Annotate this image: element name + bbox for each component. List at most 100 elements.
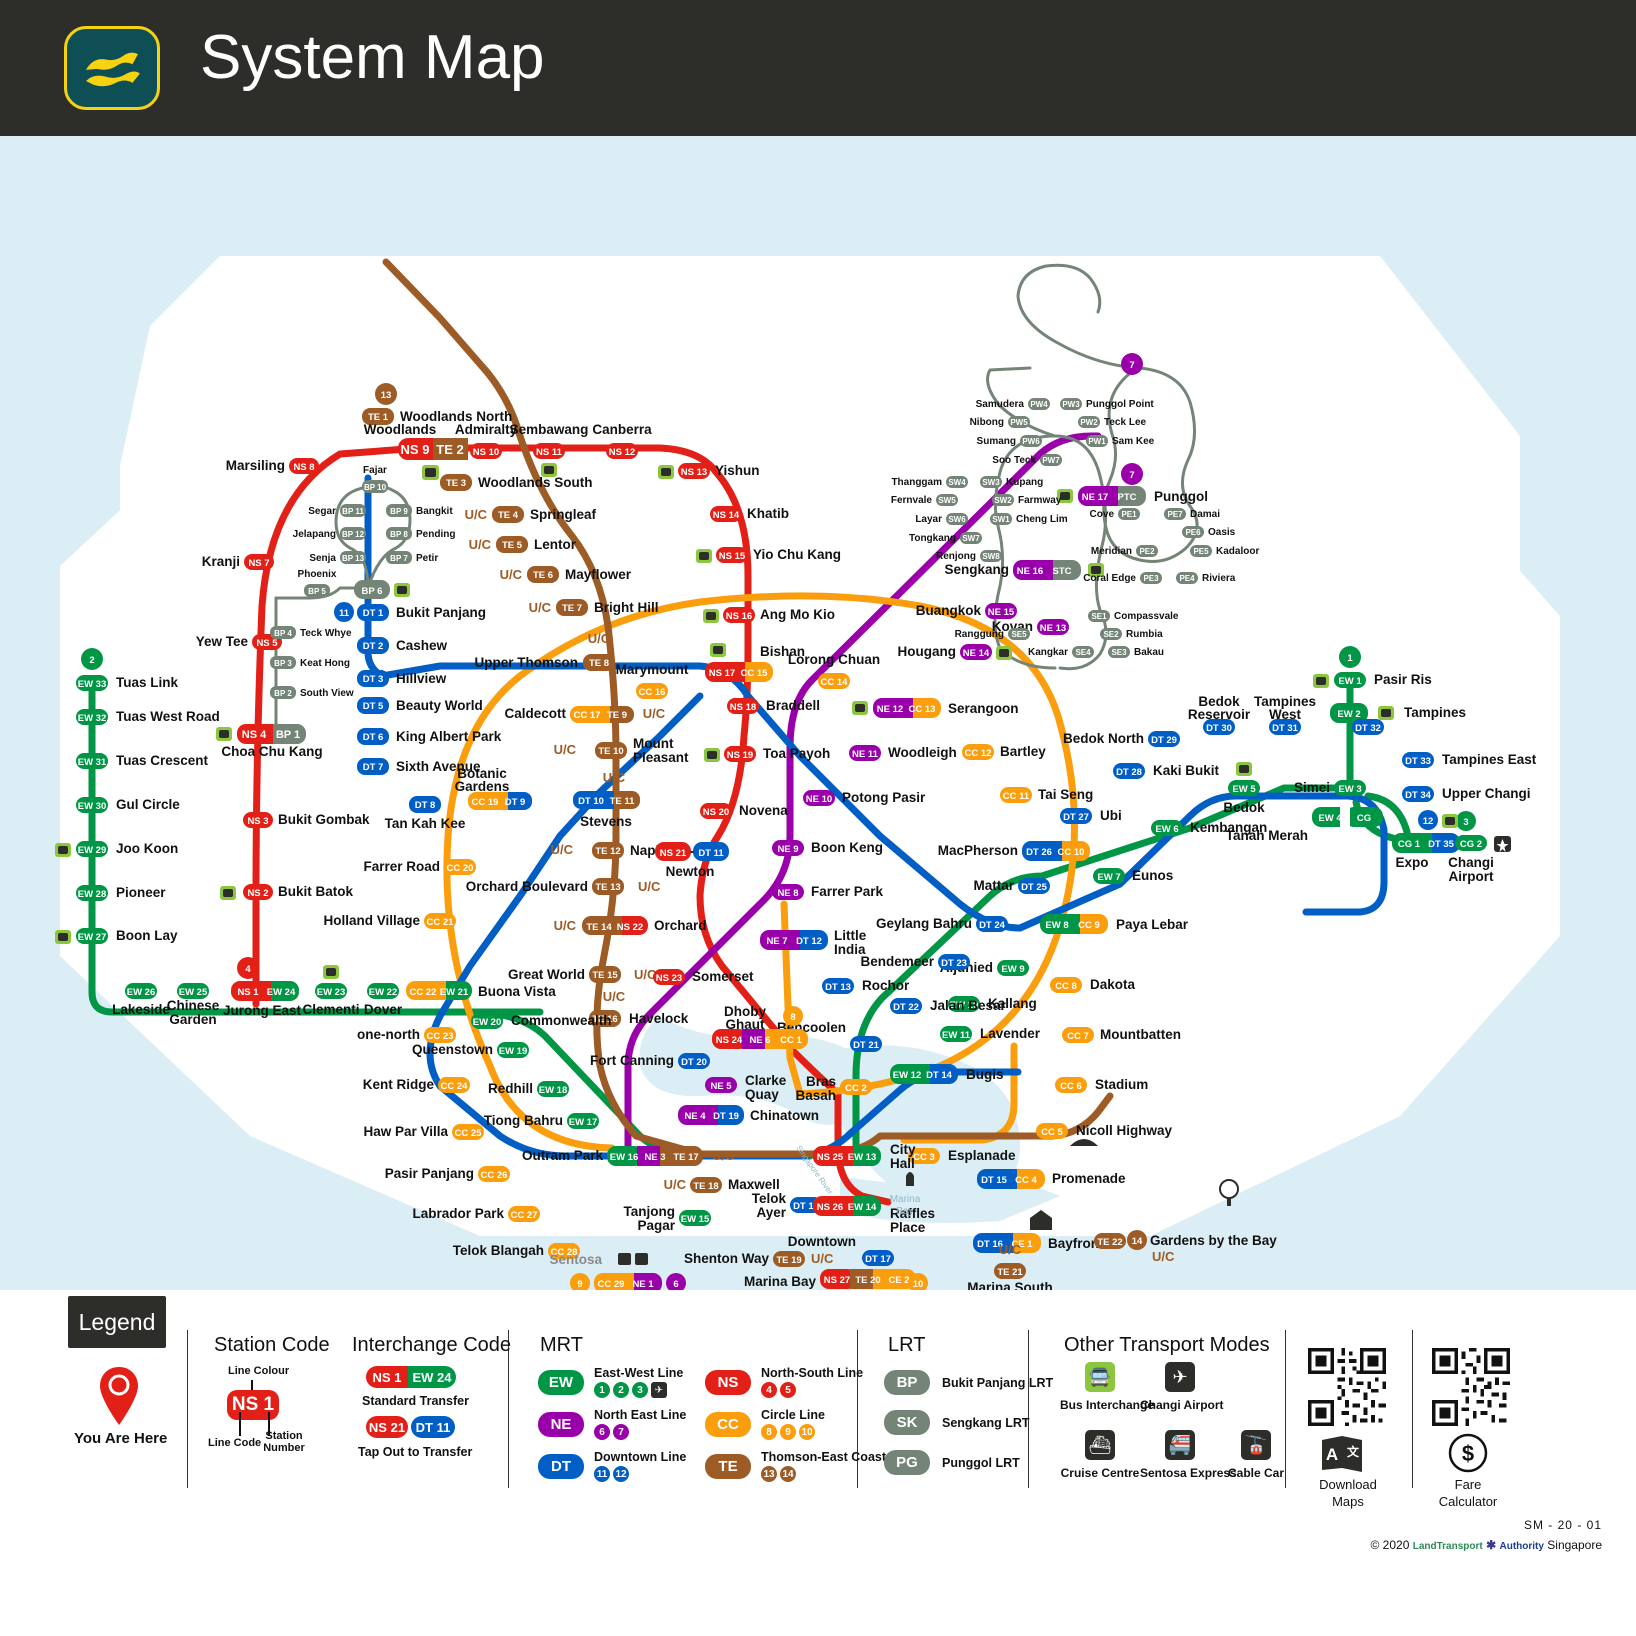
svg-text:Lakeside: Lakeside	[112, 1002, 170, 1017]
svg-text:DT 26: DT 26	[1026, 847, 1052, 858]
download-maps-qr[interactable]	[1308, 1348, 1386, 1426]
svg-text:SE3: SE3	[1111, 648, 1127, 657]
svg-text:NS 5: NS 5	[256, 638, 278, 649]
svg-text:Damai: Damai	[1190, 509, 1220, 520]
svg-text:12: 12	[1423, 816, 1434, 827]
svg-text:BP 7: BP 7	[390, 554, 408, 563]
legend-line-ew[interactable]: EW East-West Line 1 2 3 ✈	[538, 1366, 683, 1398]
legend-line-text-dt: Downtown Line 11 12	[594, 1450, 686, 1482]
fare-calculator-qr[interactable]	[1432, 1348, 1510, 1426]
svg-text:DT 3: DT 3	[363, 674, 384, 685]
download-maps-label-2: Maps	[1332, 1494, 1364, 1509]
svg-text:7: 7	[1129, 470, 1134, 481]
svg-text:CC 13: CC 13	[909, 704, 936, 715]
svg-text:PE2: PE2	[1139, 547, 1155, 556]
svg-text:Punggol: Punggol	[1154, 489, 1208, 504]
svg-text:CC 19: CC 19	[472, 797, 499, 808]
svg-text:BP 9: BP 9	[390, 507, 408, 516]
svg-text:TE 21: TE 21	[997, 1267, 1023, 1278]
svg-text:DT 1: DT 1	[363, 608, 384, 619]
legend-line-cc[interactable]: CC Circle Line 8 9 10	[705, 1408, 825, 1440]
svg-text:U/C: U/C	[638, 879, 661, 894]
svg-text:SW4: SW4	[948, 478, 966, 487]
svg-text:one-north: one-north	[357, 1027, 420, 1042]
tap-out-transfer-sample: NS 21 DT 11	[366, 1416, 455, 1438]
svg-text:NE 8: NE 8	[777, 888, 798, 899]
svg-text:CC 11: CC 11	[1003, 791, 1030, 802]
svg-text:Gardens by the Bay: Gardens by the Bay	[1150, 1233, 1277, 1248]
svg-text:Bay: Bay	[896, 1206, 913, 1217]
svg-text:CC 16: CC 16	[639, 687, 666, 698]
svg-text:Eunos: Eunos	[1132, 868, 1173, 883]
svg-text:CC 20: CC 20	[447, 863, 474, 874]
svg-text:TE 4: TE 4	[498, 510, 519, 521]
svg-text:NS 27: NS 27	[824, 1275, 850, 1286]
svg-text:U/C: U/C	[529, 600, 552, 615]
svg-text:CG 2: CG 2	[1460, 839, 1482, 850]
svg-text:Novena: Novena	[739, 803, 788, 818]
svg-text:STC: STC	[1053, 566, 1072, 577]
legend-lrt-bp[interactable]: BP Bukit Panjang LRT	[884, 1370, 1053, 1395]
legend-mode-cable-car[interactable]: 🚡 Cable Car	[1216, 1430, 1296, 1480]
svg-text:Stadium: Stadium	[1095, 1077, 1148, 1092]
svg-text:EW 9: EW 9	[1001, 964, 1024, 975]
svg-text:CC 12: CC 12	[965, 748, 992, 759]
terminal-dot-13: 13	[761, 1466, 777, 1482]
legend-lrt-sk[interactable]: SK Sengkang LRT	[884, 1410, 1030, 1435]
svg-text:CC 21: CC 21	[427, 917, 455, 928]
svg-text:BP 10: BP 10	[364, 483, 387, 492]
svg-text:Boon Keng: Boon Keng	[811, 840, 883, 855]
lta-ribbon-icon: ✱	[1486, 1538, 1497, 1552]
svg-text:DT 8: DT 8	[415, 800, 436, 811]
svg-text:NE 17: NE 17	[1082, 492, 1108, 503]
svg-text:Shenton Way: Shenton Way	[684, 1251, 769, 1266]
svg-text:BP 4: BP 4	[274, 629, 292, 638]
legend-mode-label: Sentosa Express	[1140, 1466, 1237, 1480]
svg-text:PW7: PW7	[1042, 456, 1060, 465]
legend-mode-label: Bus Interchange	[1060, 1398, 1155, 1412]
legend-line-ne[interactable]: NE North East Line 6 7	[538, 1408, 686, 1440]
svg-text:DT 34: DT 34	[1405, 790, 1432, 801]
svg-text:TE 8: TE 8	[589, 658, 609, 669]
svg-text:Choa Chu Kang: Choa Chu Kang	[221, 744, 322, 759]
svg-text:8: 8	[790, 1012, 795, 1023]
legend-mode-bus-interchange[interactable]: 🚍 Bus Interchange	[1060, 1362, 1155, 1412]
svg-text:CC 14: CC 14	[821, 677, 849, 688]
legend-mode-changi-airport[interactable]: ✈ Changi Airport	[1140, 1362, 1224, 1412]
svg-text:Cove: Cove	[1090, 509, 1115, 520]
legend-divider-6	[1412, 1330, 1413, 1488]
svg-text:SW1: SW1	[992, 515, 1010, 524]
svg-text:Farmway: Farmway	[1018, 495, 1062, 506]
svg-text:Outram Park: Outram Park	[522, 1148, 604, 1163]
svg-text:EW 18: EW 18	[539, 1085, 568, 1096]
svg-text:TE 6: TE 6	[533, 570, 553, 581]
legend-mode-cruise-centre[interactable]: ⛴ Cruise Centre	[1060, 1430, 1140, 1480]
legend-mode-sentosa-express[interactable]: 🚝 Sentosa Express	[1140, 1430, 1237, 1480]
terminal-dot-9: 9	[780, 1424, 796, 1440]
legend-lrt-pg[interactable]: PG Punggol LRT	[884, 1450, 1020, 1475]
svg-text:Toa Payoh: Toa Payoh	[763, 746, 830, 761]
legend-line-ns[interactable]: NS North-South Line 4 5	[705, 1366, 863, 1398]
svg-text:文: 文	[1347, 1444, 1360, 1459]
system-map-canvas[interactable]: .ln{fill:none;stroke-linecap:round;strok…	[0, 136, 1636, 1290]
legend-line-dt[interactable]: DT Downtown Line 11 12	[538, 1450, 686, 1482]
svg-text:Riviera: Riviera	[1202, 573, 1236, 584]
legend-lrt-badge-bp: BP	[884, 1370, 930, 1395]
legend-line-name: East-West Line	[594, 1366, 684, 1380]
svg-text:Braddell: Braddell	[766, 698, 820, 713]
svg-text:Upper Thomson: Upper Thomson	[475, 655, 579, 670]
svg-text:Sembawang: Sembawang	[510, 422, 589, 437]
airplane-icon: ✈	[651, 1382, 667, 1398]
svg-text:EW 25: EW 25	[179, 987, 208, 998]
svg-text:DT 24: DT 24	[979, 920, 1006, 931]
svg-text:Marina: Marina	[890, 1194, 921, 1205]
lta-wordmark-lt: LandTransport	[1412, 1541, 1483, 1552]
svg-text:DT 30: DT 30	[1206, 723, 1232, 734]
map-svg[interactable]: .ln{fill:none;stroke-linecap:round;strok…	[0, 136, 1636, 1290]
svg-text:CC 29: CC 29	[598, 1279, 625, 1290]
svg-text:Clementi: Clementi	[302, 1002, 359, 1017]
svg-text:CC 25: CC 25	[455, 1128, 483, 1139]
svg-text:Woodleigh: Woodleigh	[888, 745, 957, 760]
svg-text:PTC: PTC	[1118, 492, 1137, 503]
svg-text:MacPherson: MacPherson	[938, 843, 1018, 858]
